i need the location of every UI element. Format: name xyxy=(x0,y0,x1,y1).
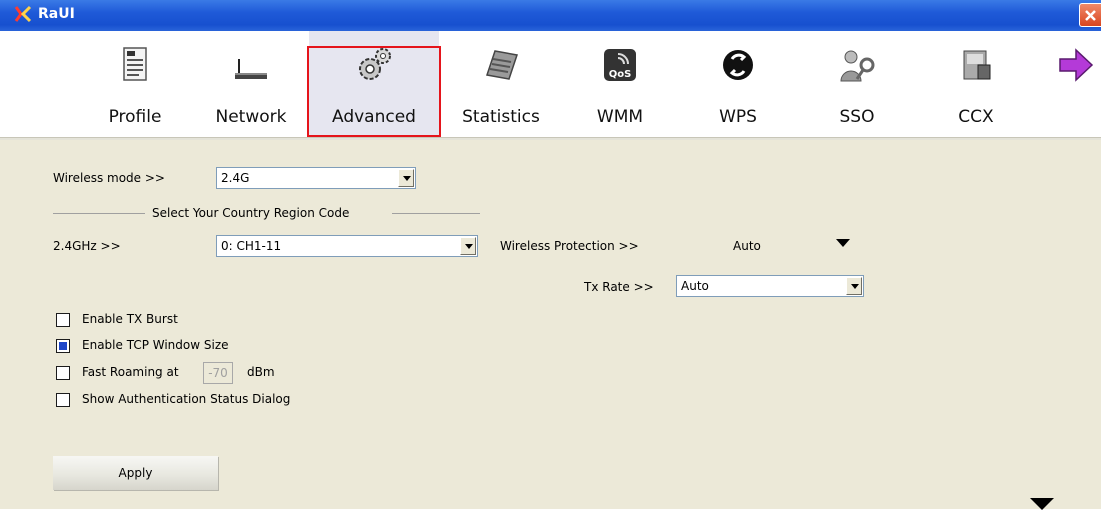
auth-status-dialog-label: Show Authentication Status Dialog xyxy=(82,392,291,406)
tab-wps[interactable]: WPS xyxy=(679,31,797,137)
fast-roaming-label: Fast Roaming at xyxy=(82,365,179,379)
tab-wmm-label: WMM xyxy=(596,107,644,127)
country-region-header: Select Your Country Region Code xyxy=(152,206,350,220)
tab-profile[interactable]: Profile xyxy=(75,31,195,137)
profile-icon xyxy=(123,47,147,81)
chevron-down-icon[interactable] xyxy=(836,239,850,247)
country-region-value: 0: CH1-11 xyxy=(221,239,282,253)
tab-sso-label: SSO xyxy=(839,107,875,127)
tcp-window-size-label: Enable TCP Window Size xyxy=(82,338,229,352)
tx-burst-checkbox[interactable] xyxy=(56,313,70,327)
selected-tab-highlight xyxy=(307,46,441,137)
tab-profile-label: Profile xyxy=(108,107,162,127)
chevron-down-icon[interactable] xyxy=(1030,498,1054,510)
tab-ccx-label: CCX xyxy=(958,107,994,127)
roaming-threshold-input[interactable]: -70 xyxy=(203,362,233,384)
tx-rate-select[interactable]: Auto xyxy=(676,275,864,297)
svg-text:QoS: QoS xyxy=(609,69,632,80)
divider xyxy=(392,213,480,214)
toolbar-next-button[interactable] xyxy=(1050,31,1101,137)
close-icon xyxy=(1085,10,1096,21)
tx-rate-label: Tx Rate >> xyxy=(584,280,654,294)
title-bar: RaUI xyxy=(0,0,1101,31)
chevron-down-icon[interactable] xyxy=(460,237,476,255)
auth-status-dialog-checkbox[interactable] xyxy=(56,393,70,407)
band-label: 2.4GHz >> xyxy=(53,239,121,253)
roaming-unit: dBm xyxy=(247,365,275,379)
advanced-panel: Wireless mode >> 2.4G Select Your Countr… xyxy=(0,140,1101,510)
fast-roaming-checkbox[interactable] xyxy=(56,366,70,380)
ccx-icon xyxy=(963,50,991,80)
wps-icon xyxy=(723,50,753,80)
wireless-protection-value[interactable]: Auto xyxy=(733,239,761,253)
app-logo-icon xyxy=(14,5,32,23)
toolbar: Profile Network Advanced Statistics QoS xyxy=(0,31,1101,137)
window-title: RaUI xyxy=(38,6,75,22)
tx-burst-label: Enable TX Burst xyxy=(82,312,178,326)
tx-rate-value: Auto xyxy=(681,279,709,293)
wireless-mode-label: Wireless mode >> xyxy=(53,171,165,185)
tab-network[interactable]: Network xyxy=(195,31,307,137)
tab-network-label: Network xyxy=(215,107,287,127)
chevron-down-icon[interactable] xyxy=(398,169,414,187)
statistics-icon xyxy=(486,50,518,80)
tab-statistics[interactable]: Statistics xyxy=(441,31,561,137)
tab-sso[interactable]: SSO xyxy=(797,31,917,137)
chevron-down-icon[interactable] xyxy=(846,277,862,295)
arrow-right-icon xyxy=(1058,48,1093,82)
sso-key-icon xyxy=(840,50,875,82)
wireless-mode-select[interactable]: 2.4G xyxy=(216,167,416,189)
close-button[interactable] xyxy=(1079,3,1101,27)
wmm-qos-icon: QoS xyxy=(604,49,636,81)
wireless-mode-value: 2.4G xyxy=(221,171,250,185)
tab-ccx[interactable]: CCX xyxy=(917,31,1035,137)
country-region-select[interactable]: 0: CH1-11 xyxy=(216,235,478,257)
tab-statistics-label: Statistics xyxy=(462,107,540,127)
apply-button[interactable]: Apply xyxy=(53,456,218,490)
tab-wmm[interactable]: QoS WMM xyxy=(561,31,679,137)
network-icon xyxy=(235,59,267,79)
divider xyxy=(53,213,145,214)
wireless-protection-label: Wireless Protection >> xyxy=(500,239,639,253)
tcp-window-size-checkbox[interactable] xyxy=(56,339,70,353)
tab-wps-label: WPS xyxy=(719,107,757,127)
